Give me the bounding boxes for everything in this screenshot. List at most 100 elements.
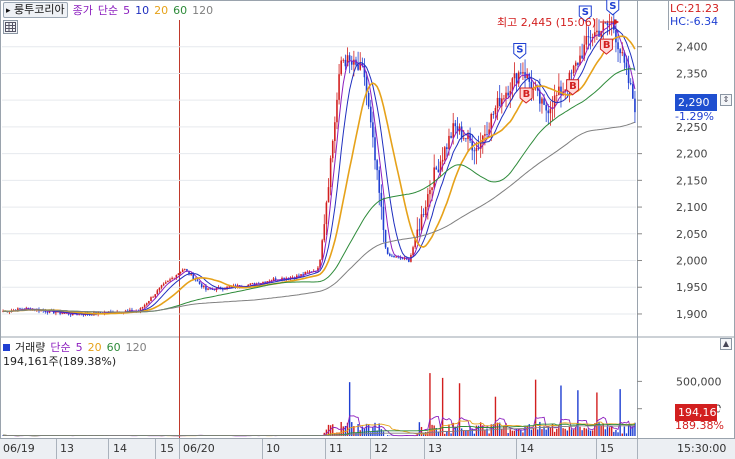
volume-bar xyxy=(513,430,516,436)
volume-bar xyxy=(621,433,623,436)
candle-body xyxy=(634,98,636,113)
candle-body xyxy=(342,59,345,61)
candle-body xyxy=(145,303,148,305)
candle-body xyxy=(327,187,330,203)
volume-ma60[interactable]: 60 xyxy=(107,341,121,354)
candle-body xyxy=(437,169,440,173)
date-label: 10 xyxy=(266,442,280,455)
volume-bar xyxy=(564,428,566,436)
candle-body xyxy=(570,72,573,74)
volume-bar xyxy=(386,435,389,436)
volume-bar xyxy=(570,429,573,436)
volume-bar xyxy=(473,433,476,436)
candle-body xyxy=(574,62,577,66)
volume-bar xyxy=(433,425,435,436)
volume-ma5[interactable]: 5 xyxy=(76,341,83,354)
candle-body xyxy=(484,134,486,136)
candle-body xyxy=(154,294,157,297)
candle-body xyxy=(19,308,21,310)
volume-ma120[interactable]: 120 xyxy=(126,341,147,354)
marker-label: B xyxy=(523,89,531,100)
volume-ma20[interactable]: 20 xyxy=(88,341,102,354)
marker-label: S xyxy=(516,44,523,55)
volume-bar xyxy=(596,392,598,436)
candle-body xyxy=(323,224,326,241)
candle-body xyxy=(606,22,609,26)
volume-bar xyxy=(568,426,571,436)
candle-body xyxy=(190,274,192,276)
candle-body xyxy=(486,134,488,135)
candle-body xyxy=(141,307,144,309)
volume-bar xyxy=(467,430,469,436)
candle-body xyxy=(386,247,389,254)
date-label: 14 xyxy=(113,442,127,455)
candle-body xyxy=(167,280,169,283)
volume-bar xyxy=(446,431,448,436)
candle-body xyxy=(262,281,264,284)
candle-body xyxy=(272,278,275,281)
candle-body xyxy=(619,49,621,54)
volume-bar xyxy=(591,430,594,436)
volume-bar xyxy=(422,433,425,436)
volume-bar xyxy=(488,433,490,436)
candle-body xyxy=(541,98,543,104)
current-volume: 194,161 xyxy=(678,406,724,419)
price-tick-label: 2,200 xyxy=(676,148,708,161)
candle-body xyxy=(344,59,347,67)
candle-body xyxy=(522,72,524,74)
candle-body xyxy=(490,113,493,130)
candle-body xyxy=(433,167,435,188)
candle-body xyxy=(169,279,171,281)
candle-body xyxy=(160,285,163,288)
candle-body xyxy=(372,122,374,138)
date-label: 13 xyxy=(60,442,74,455)
date-label: 06/19 xyxy=(3,442,35,455)
volume-bar xyxy=(450,433,452,436)
volume-bar xyxy=(448,424,450,436)
volume-bar xyxy=(458,383,461,436)
candle-body xyxy=(625,62,628,68)
current-price: 2,290 xyxy=(678,96,710,109)
candle-body xyxy=(192,274,195,280)
volume-bar xyxy=(585,428,588,436)
candle-body xyxy=(429,190,431,195)
candle-body xyxy=(69,314,72,316)
candle-body xyxy=(391,255,393,257)
candle-body xyxy=(173,277,176,279)
volume-bar xyxy=(532,428,535,436)
candle-body xyxy=(308,271,311,273)
volume-bar xyxy=(579,426,581,436)
candle-body xyxy=(251,283,254,285)
volume-bar xyxy=(378,423,380,436)
date-label: 12 xyxy=(374,442,388,455)
candle-body xyxy=(336,99,338,123)
candle-body xyxy=(496,97,499,109)
volume-bar xyxy=(602,423,604,436)
volume-bar xyxy=(615,429,617,436)
marker-label: S xyxy=(609,1,616,12)
candle-body xyxy=(492,113,495,115)
price-tick-label: 2,000 xyxy=(676,255,708,268)
candle-body xyxy=(412,247,414,256)
volume-tick-label: 500,000 xyxy=(676,375,722,388)
volume-bar xyxy=(524,425,526,436)
candle-body xyxy=(435,167,438,170)
candle-body xyxy=(205,286,207,290)
candle-body xyxy=(498,97,501,107)
candle-body xyxy=(384,229,387,248)
volume-bar xyxy=(332,424,334,436)
volume-bar xyxy=(507,433,509,436)
volume-bar xyxy=(583,427,585,436)
candle-body xyxy=(420,214,423,231)
candle-body xyxy=(249,283,252,285)
volume-bar xyxy=(608,427,611,436)
volume-bar xyxy=(566,430,569,436)
sell-marker: S xyxy=(606,0,620,16)
candle-body xyxy=(150,297,152,302)
candle-body xyxy=(177,273,180,276)
volume-info: 194,161주(189.38%) xyxy=(3,355,117,368)
price-tick-label: 2,050 xyxy=(676,228,708,241)
candle-body xyxy=(520,72,522,74)
date-label: 15 xyxy=(600,442,614,455)
candle-body xyxy=(46,311,49,313)
